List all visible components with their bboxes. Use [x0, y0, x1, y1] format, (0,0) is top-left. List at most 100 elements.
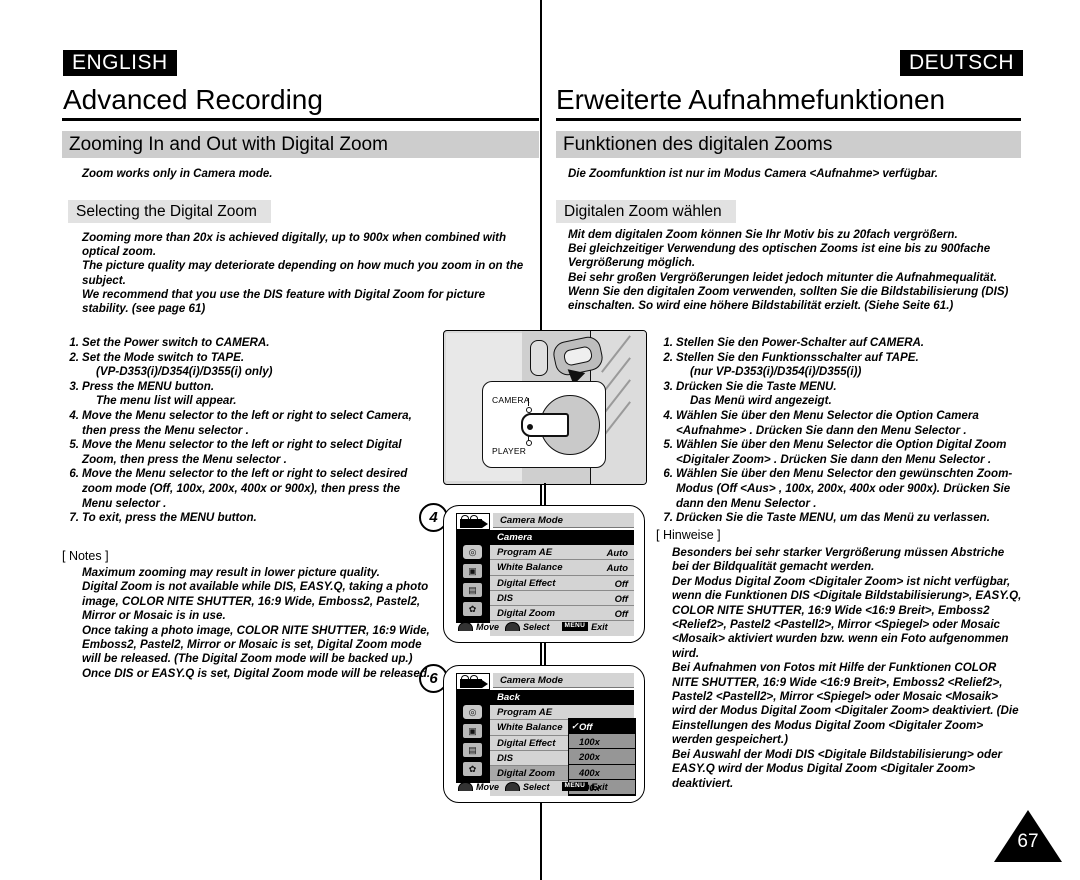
dial-position-player-dot — [526, 440, 532, 446]
zoom-option-row[interactable]: ✓ Off — [569, 719, 635, 735]
notes-header-english: [ Notes ] — [62, 549, 109, 563]
zoom-option-label: 100x — [579, 736, 600, 748]
menu-row[interactable]: DIS Off — [490, 591, 634, 606]
system-settings-gear-icon[interactable]: ✿ — [462, 761, 483, 777]
paragraph: Digital Zoom is not available while DIS,… — [82, 580, 429, 623]
zoom-option-row[interactable]: 200x — [569, 749, 635, 765]
illustration-connector-2 — [544, 643, 546, 665]
select-dial-icon — [505, 622, 521, 631]
menu-row-label: DIS — [497, 752, 513, 764]
notes-body-english: Maximum zooming may result in lower pict… — [82, 566, 434, 681]
step-text: Wählen Sie über den Menu Selector den ge… — [676, 467, 1013, 510]
step-text: Drücken Sie die Taste MENU. — [676, 379, 837, 393]
recording-settings-icon[interactable]: ▣ — [462, 723, 483, 739]
step-text: Wählen Sie über den Menu Selector die Op… — [676, 438, 1007, 466]
menu-row-value: Off — [614, 577, 628, 589]
paragraph: Bei Auswahl der Modi DIS <Digitale Bilds… — [672, 747, 1003, 790]
paragraph: Maximum zooming may result in lower pict… — [82, 566, 380, 579]
step-text: Stellen Sie den Funktionsschalter auf TA… — [676, 350, 919, 364]
lcd2-bottom-bar: Move Select MENU Exit — [458, 780, 634, 793]
step-number: 6. — [663, 467, 673, 481]
menu-row-label: Program AE — [497, 547, 553, 559]
paragraph: The picture quality may deteriorate depe… — [82, 259, 524, 287]
language-tag-english: ENGLISH — [63, 50, 177, 76]
intro-paragraphs-german: Mit dem digitalen Zoom können Sie Ihr Mo… — [568, 228, 1023, 313]
move-dial-icon — [458, 782, 473, 791]
camera-settings-icon[interactable]: ◎ — [462, 544, 483, 560]
zoom-option-label: 200x — [579, 751, 600, 763]
paragraph: Bei Aufnahmen von Fotos mit Hilfe der Fu… — [672, 661, 1019, 747]
menu-row-label: Digital Effect — [497, 577, 556, 589]
lcd2-menu-title: Camera Mode — [493, 673, 634, 688]
menu-row[interactable]: Digital Zoom Off — [490, 606, 634, 622]
memory-settings-icon[interactable]: ▤ — [462, 742, 483, 758]
select-dial-icon — [505, 782, 521, 791]
zoom-option-row[interactable]: 400x — [569, 764, 635, 780]
menu-row-label: Digital Effect — [497, 737, 556, 749]
intro-paragraphs-english: Zooming more than 20x is achieved digita… — [82, 231, 532, 316]
chapter-title-german: Erweiterte Aufnahmefunktionen — [556, 84, 946, 115]
menu-row-value: Off — [614, 607, 628, 619]
step-text: Move the Menu selector to the left or ri… — [82, 438, 402, 466]
paragraph: Bei gleichzeitiger Verwendung des optisc… — [568, 242, 991, 270]
step-item: 2. Stellen Sie den Funktionsschalter auf … — [656, 351, 1024, 380]
paragraph: Besonders bei sehr starker Vergrößerung … — [672, 546, 1005, 574]
step-number: 4. — [663, 408, 673, 422]
menu-row-label: Program AE — [497, 707, 553, 719]
paragraph: Once taking a photo image, COLOR NITE SH… — [82, 623, 430, 666]
menu-row-value: Auto — [606, 562, 628, 574]
menu-row-label: Camera — [497, 532, 533, 543]
step-text: Set the Power switch to CAMERA. — [82, 336, 270, 349]
lcd-screen-menu-2: Camera Mode ◎ ▣ ▤ ✿ Back Program AE White … — [443, 665, 645, 803]
dial-position-off-dot — [527, 424, 533, 430]
zoom-option-label: Off — [579, 721, 593, 732]
camera-settings-icon[interactable]: ◎ — [462, 704, 483, 720]
step-text: Press the MENU button. — [82, 379, 215, 393]
step-text: (nur VP-D353(i)/D354(i)/D355(i)) — [690, 365, 862, 379]
memory-settings-icon[interactable]: ▤ — [462, 582, 483, 598]
step-item: 4. Move the Menu selector to the left or … — [62, 409, 432, 438]
camcorder-mode-icon — [456, 513, 490, 530]
step-item: 4. Wählen Sie über den Menu Selector die … — [656, 409, 1024, 438]
step-text: Set the Mode switch to TAPE. — [82, 350, 245, 364]
step-list-german: 1. Stellen Sie den Power-Schalter auf CAM… — [656, 336, 1024, 526]
menu-row[interactable]: Camera — [490, 530, 634, 546]
camcorder-strap — [530, 340, 548, 376]
language-tag-german: DEUTSCH — [899, 50, 1023, 76]
zoom-option-row[interactable]: 100x — [569, 734, 635, 750]
step-item: 1. Set the Power switch to CAMERA. — [62, 336, 432, 351]
title-rule-english — [62, 118, 539, 121]
step-item: 5. Wählen Sie über den Menu Selector die … — [656, 438, 1024, 467]
power-dial-callout: CAMERA PLAYER — [482, 381, 606, 468]
step-text: To exit, press the MENU button. — [82, 511, 257, 525]
step-item: 6. Wählen Sie über den Menu Selector den … — [656, 467, 1024, 511]
step-number: 2. — [69, 350, 79, 364]
lcd1-move-label: Move — [476, 621, 500, 632]
menu-row[interactable]: Back — [490, 690, 634, 706]
dial-label-camera: CAMERA — [492, 395, 530, 405]
menu-row-value: Auto — [606, 547, 628, 559]
lcd1-select-label: Select — [523, 621, 550, 632]
step-number: 1. — [69, 336, 79, 349]
step-item: 7. To exit, press the MENU button. — [62, 511, 432, 526]
step-number: 3. — [69, 379, 79, 393]
recording-settings-icon[interactable]: ▣ — [462, 563, 483, 579]
step-number: 5. — [663, 438, 673, 452]
step-text: Drücken Sie die Taste MENU, um das Menü … — [676, 511, 990, 525]
menu-row[interactable]: Program AE Auto — [490, 545, 634, 561]
page-number: 67 — [1017, 831, 1039, 852]
section-title-german: Funktionen des digitalen Zooms — [556, 131, 1021, 158]
step-text: Move the Menu selector to the left or ri… — [82, 408, 412, 437]
menu-row[interactable]: Digital Effect Off — [490, 576, 634, 591]
paragraph: Der Modus Digital Zoom <Digitaler Zoom> … — [672, 574, 1022, 660]
menu-row-value: Off — [614, 592, 628, 604]
subsection-title-english: Selecting the Digital Zoom — [68, 200, 271, 223]
menu-row[interactable]: White Balance Auto — [490, 560, 634, 576]
paragraph: Mit dem digitalen Zoom können Sie Ihr Mo… — [568, 228, 958, 241]
step-number: 7. — [69, 511, 79, 525]
lcd2-move-label: Move — [476, 781, 500, 792]
lcd1-menu-rows: Camera Program AE Auto White Balance Auto Dig… — [490, 530, 634, 637]
system-settings-gear-icon[interactable]: ✿ — [462, 601, 483, 617]
lcd2-exit-label: Exit — [591, 781, 608, 792]
paragraph: Bei sehr großen Vergrößerungen leidet je… — [568, 270, 997, 284]
